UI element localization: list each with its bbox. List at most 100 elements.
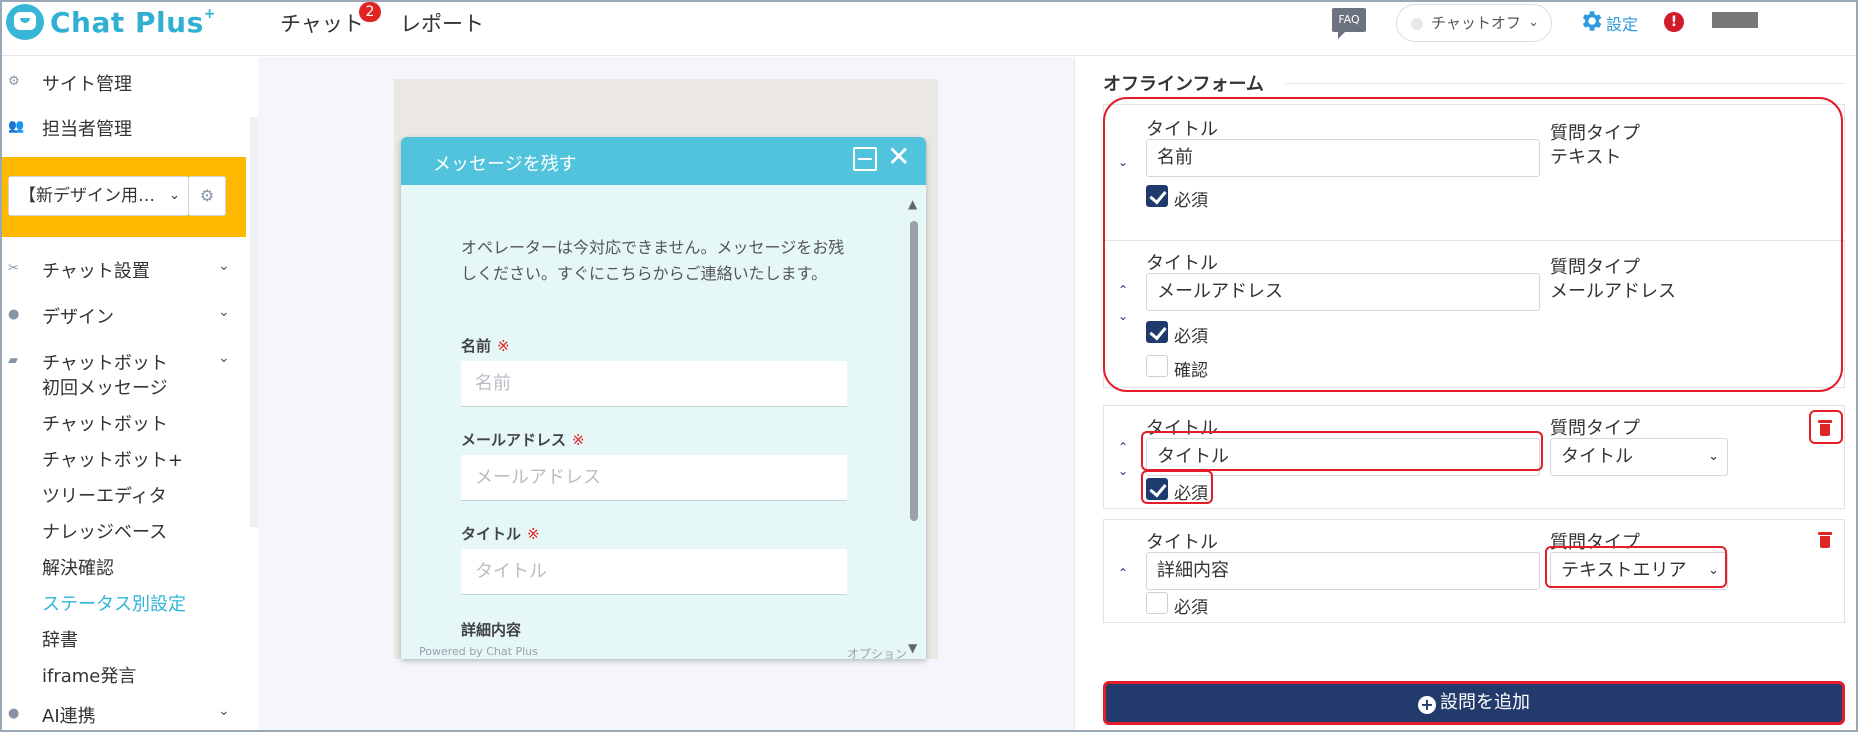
sidebar-item-design[interactable]: ● デザイン ⌄ <box>2 298 242 332</box>
chevron-down-icon: ⌄ <box>218 350 230 366</box>
title-input[interactable]: タイトル <box>461 549 847 595</box>
chevron-down-icon: ⌄ <box>218 304 230 320</box>
required-checkbox[interactable] <box>1146 592 1168 614</box>
gear-icon: ⚙ <box>8 74 20 89</box>
palette-icon: ● <box>8 307 20 322</box>
chat-badge: 2 <box>359 2 381 22</box>
settings-link[interactable]: 設定 <box>1606 11 1638 35</box>
required-label: 必須 <box>1174 598 1208 618</box>
nav-report-label: レポート <box>400 12 484 36</box>
plus-circle-icon: + <box>1418 696 1436 714</box>
highlight-required-checkbox <box>1141 470 1213 504</box>
sidebar-item-site-management[interactable]: ⚙ サイト管理 <box>2 65 242 99</box>
add-question-label: 設問を追加 <box>1440 692 1530 713</box>
powered-by: Powered by Chat Plus <box>419 645 538 658</box>
top-header: Chat Plus+ チャット 2 レポート FAQ チャットオフ ⌄ 設定 ! <box>2 2 1856 56</box>
user-menu[interactable] <box>1712 12 1758 28</box>
field-label-text: タイトル <box>461 525 522 543</box>
widget-title: メッセージを残す <box>433 154 577 175</box>
app-window: Chat Plus+ チャット 2 レポート FAQ チャットオフ ⌄ 設定 !… <box>0 0 1858 732</box>
sidebar-item-label: AI連携 <box>42 706 96 727</box>
scroll-down-icon[interactable]: ▼ <box>908 641 917 655</box>
chevron-down-icon: ⌄ <box>1528 15 1539 30</box>
sidebar-sub-iframe[interactable]: iframe発言 <box>42 662 136 688</box>
move-up-icon[interactable]: ⌃ <box>1118 440 1128 454</box>
nav-chat[interactable]: チャット <box>280 8 364 38</box>
site-select[interactable]: 【新デザイン用… ⌄ <box>8 176 189 216</box>
preview-area: メッセージを残す ✕ オペレーターは今対応できません。メッセージをお残しください… <box>258 57 1074 730</box>
divider <box>1285 83 1845 84</box>
chat-icon: ▰ <box>8 353 18 368</box>
nav-report[interactable]: レポート <box>400 8 484 38</box>
email-input[interactable]: メールアドレス <box>461 455 847 501</box>
offline-form-panel: オフラインフォーム ⌄ タイトル 名前 質問タイプ テキスト 必須 ⌃ ⌄ タイ… <box>1074 57 1856 730</box>
chevron-down-icon: ⌄ <box>218 258 230 274</box>
highlight-type-select <box>1545 546 1727 588</box>
chevron-down-icon: ⌄ <box>169 188 180 203</box>
faq-button[interactable]: FAQ <box>1332 8 1366 39</box>
sidebar-item-label: サイト管理 <box>42 74 132 95</box>
question-type-select[interactable]: タイトル ⌄ <box>1550 438 1728 476</box>
chevron-down-icon: ⌄ <box>218 703 230 719</box>
trash-icon[interactable] <box>1818 532 1832 548</box>
nav-chat-label: チャット <box>280 12 364 36</box>
name-input[interactable]: 名前 <box>461 361 847 407</box>
chat-status-label: チャットオフ <box>1431 14 1521 32</box>
sidebar-item-chatbot[interactable]: ▰ チャットボット ⌄ <box>2 344 242 378</box>
sidebar: ⚙ サイト管理 👥 担当者管理 【新デザイン用… ⌄ ⚙ ✂ チャット設置 ⌄ … <box>2 57 258 730</box>
app-logo[interactable]: Chat Plus+ <box>50 6 216 39</box>
chat-status-dropdown[interactable]: チャットオフ ⌄ <box>1396 4 1552 42</box>
required-mark: ※ <box>497 337 510 355</box>
scroll-up-icon[interactable]: ▲ <box>908 197 917 211</box>
close-icon[interactable]: ✕ <box>887 141 910 173</box>
sidebar-item-label: チャットボット <box>42 353 168 374</box>
field-label-text: 詳細内容 <box>461 621 522 639</box>
highlight-default-questions <box>1103 97 1843 392</box>
chat-widget-preview: メッセージを残す ✕ オペレーターは今対応できません。メッセージをお残しください… <box>401 137 926 659</box>
option-link[interactable]: オプション <box>847 645 907 659</box>
field-label-name: 名前 ※ <box>461 335 510 356</box>
scroll-thumb[interactable] <box>910 221 918 521</box>
logo-text: Chat Plus <box>50 6 204 39</box>
sidebar-sub-dictionary[interactable]: 辞書 <box>42 626 78 652</box>
tools-icon: ✂ <box>8 261 19 276</box>
status-dot-icon <box>1411 18 1423 30</box>
sidebar-scrollbar[interactable] <box>250 117 258 527</box>
sidebar-sub-tree-editor[interactable]: ツリーエディタ <box>42 482 167 508</box>
sidebar-item-chat-setup[interactable]: ✂ チャット設置 ⌄ <box>2 252 242 286</box>
question-card-4: ⌃ タイトル 詳細内容 質問タイプ テキストエリア ⌄ 必須 <box>1103 519 1845 623</box>
move-up-icon[interactable]: ⌃ <box>1118 566 1128 580</box>
minimize-icon[interactable] <box>853 147 877 171</box>
question-title-input[interactable]: 詳細内容 <box>1146 552 1540 590</box>
sidebar-item-operator-management[interactable]: 👥 担当者管理 <box>2 110 242 144</box>
site-gear-icon[interactable]: ⚙ <box>188 176 226 216</box>
add-question-button[interactable]: + 設問を追加 <box>1103 681 1845 725</box>
site-select-value: 【新デザイン用… <box>19 186 155 206</box>
site-selector-box: 【新デザイン用… ⌄ ⚙ <box>2 157 246 237</box>
required-mark: ※ <box>527 525 540 543</box>
sidebar-sub-chatbot-plus[interactable]: チャットボット+ <box>42 446 183 472</box>
widget-header: メッセージを残す ✕ <box>401 137 926 185</box>
sidebar-sub-chatbot[interactable]: チャットボット <box>42 410 168 436</box>
users-icon: 👥 <box>8 119 25 134</box>
field-label-text: メールアドレス <box>461 431 567 449</box>
sidebar-sub-knowledge-base[interactable]: ナレッジベース <box>42 518 167 544</box>
logo-sup: + <box>203 6 216 22</box>
field-label-email: メールアドレス ※ <box>461 429 585 450</box>
alert-icon[interactable]: ! <box>1664 12 1684 32</box>
panel-title: オフラインフォーム <box>1103 74 1264 95</box>
sidebar-sub-first-message[interactable]: 初回メッセージ <box>42 374 168 400</box>
question-type-value: タイトル <box>1561 446 1633 467</box>
sidebar-item-label: デザイン <box>42 307 114 328</box>
sidebar-sub-status-settings[interactable]: ステータス別設定 <box>42 590 186 616</box>
move-down-icon[interactable]: ⌄ <box>1118 464 1128 478</box>
gear-icon[interactable] <box>1578 8 1604 34</box>
title-label: タイトル <box>1146 532 1218 553</box>
widget-scrollbar[interactable]: ▲ ▼ <box>907 193 921 659</box>
type-label: 質問タイプ <box>1550 418 1640 439</box>
highlight-title-input <box>1141 431 1543 471</box>
sidebar-sub-resolution-check[interactable]: 解決確認 <box>42 554 114 580</box>
field-label-title: タイトル ※ <box>461 523 540 544</box>
sidebar-item-label: 担当者管理 <box>42 119 132 140</box>
sidebar-item-ai[interactable]: ● AI連携 ⌄ <box>2 697 242 730</box>
